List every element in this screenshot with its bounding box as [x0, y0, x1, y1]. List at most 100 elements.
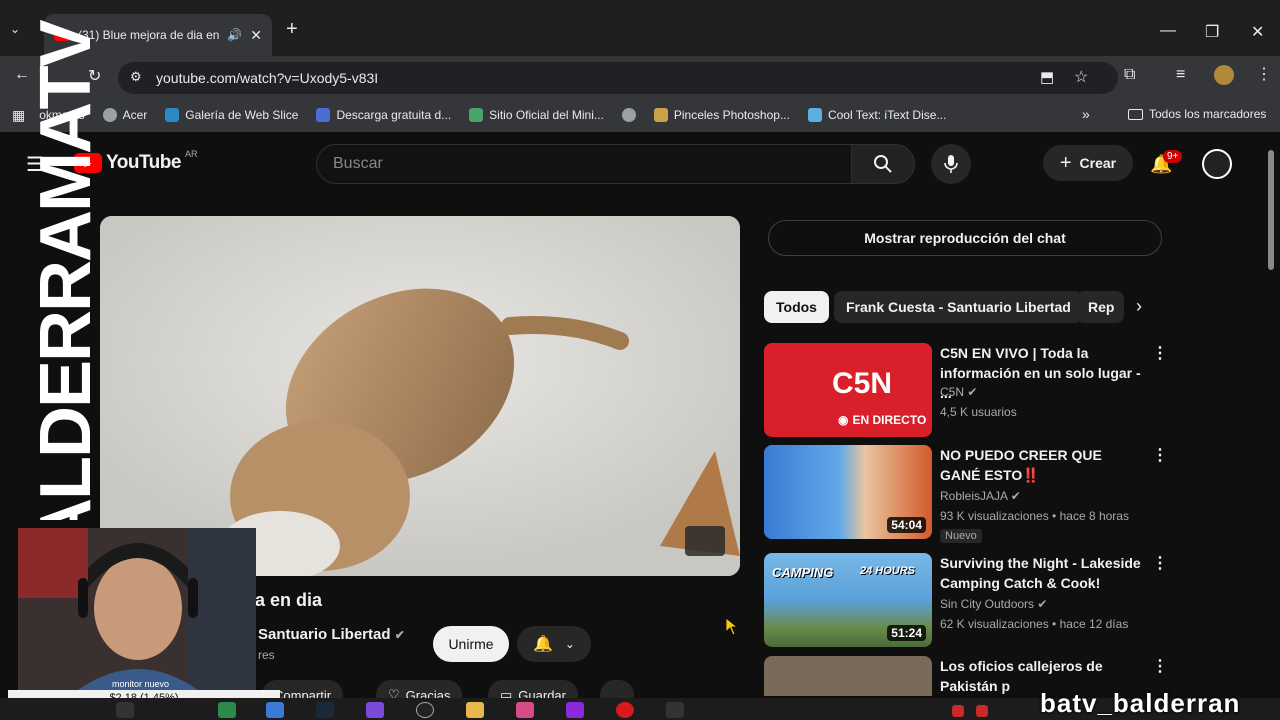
- notification-badge: 9+: [1163, 150, 1183, 163]
- bookmark-item[interactable]: [621, 108, 636, 122]
- chevron-right-icon[interactable]: ›: [1136, 296, 1142, 317]
- verified-icon: ✔: [394, 628, 405, 642]
- chip-rep[interactable]: Rep: [1076, 291, 1124, 323]
- video-thumbnail[interactable]: [764, 656, 932, 696]
- epic-games-icon[interactable]: [116, 702, 134, 718]
- taskbar-app-icon[interactable]: [266, 702, 284, 718]
- file-explorer-icon[interactable]: [466, 702, 484, 718]
- browser-menu-icon[interactable]: ⋮: [1256, 64, 1272, 84]
- recommendation-item[interactable]: 54:04 NO PUEDO CREER QUE GANÉ ESTO‼️ Rob…: [764, 445, 1168, 543]
- more-options-icon[interactable]: ⋮: [1152, 343, 1168, 363]
- verified-icon: ✔: [967, 385, 978, 399]
- recommendation-channel[interactable]: RobleisJAJA ✔: [940, 489, 1021, 503]
- chevron-down-icon: ⌄: [564, 637, 575, 651]
- video-player[interactable]: [100, 216, 740, 576]
- web-slice-icon: [165, 108, 180, 122]
- recommendation-item[interactable]: CAMPING 24 HOURS 51:24 Surviving the Nig…: [764, 553, 1168, 649]
- voice-search-button[interactable]: [931, 144, 971, 184]
- bookmark-item[interactable]: Galería de Web Slice: [165, 108, 298, 122]
- profile-avatar[interactable]: [1214, 65, 1234, 85]
- search-button[interactable]: [851, 144, 915, 184]
- subscription-bell-button[interactable]: 🔔 ⌄: [517, 626, 591, 662]
- page-scrollbar[interactable]: [1268, 150, 1274, 270]
- copilot-icon[interactable]: [366, 702, 384, 718]
- recommendation-title[interactable]: NO PUEDO CREER QUE GANÉ ESTO‼️: [940, 445, 1146, 485]
- install-app-icon[interactable]: ⬒: [1040, 68, 1054, 86]
- plus-icon: +: [1059, 151, 1072, 174]
- search-icon: [874, 155, 892, 173]
- thumb-hours-text: 24 HOURS: [860, 565, 916, 577]
- tray-icon[interactable]: [976, 705, 988, 717]
- tab-title: (31) Blue mejora de dia en c: [78, 28, 220, 42]
- recommendation-channel[interactable]: C5N ✔: [940, 385, 977, 399]
- opera-icon[interactable]: [616, 702, 634, 718]
- channel-name[interactable]: Santuario Libertad ✔: [258, 626, 405, 643]
- video-thumbnail[interactable]: CAMPING 24 HOURS 51:24: [764, 553, 932, 647]
- chip-channel[interactable]: Frank Cuesta - Santuario Libertad: [834, 291, 1083, 323]
- live-icon: ◉: [838, 413, 849, 427]
- live-badge: ◉ EN DIRECTO: [838, 413, 927, 427]
- obs-icon[interactable]: [416, 702, 434, 718]
- steam-icon[interactable]: [316, 702, 334, 718]
- microphone-icon: [944, 155, 958, 173]
- search-input[interactable]: Buscar: [316, 144, 852, 184]
- thumb-logo-text: C5N: [832, 367, 893, 400]
- site-info-icon[interactable]: ⚙: [130, 69, 142, 85]
- video-duration: 51:24: [887, 625, 926, 641]
- globe-icon: [621, 108, 636, 122]
- tray-icon[interactable]: [952, 705, 964, 717]
- recommendation-title[interactable]: Surviving the Night - Lakeside Camping C…: [940, 553, 1146, 593]
- new-tab-button[interactable]: +: [286, 18, 298, 41]
- recommendation-meta: 93 K visualizaciones • hace 8 horas: [940, 509, 1129, 523]
- video-title: a en dia: [255, 590, 323, 610]
- webcam-overlay: [18, 528, 256, 690]
- epic-games-icon[interactable]: [666, 702, 684, 718]
- taskbar-app-icon[interactable]: [218, 702, 236, 718]
- bell-icon: 🔔: [533, 636, 553, 653]
- close-window-icon[interactable]: ✕: [1251, 22, 1264, 42]
- join-button[interactable]: Unirme: [433, 626, 509, 662]
- audio-playing-icon[interactable]: 🔊: [227, 28, 242, 42]
- vertical-banner-text: BALDERRAMATV: [28, 19, 98, 520]
- tab-close-icon[interactable]: ✕: [250, 27, 262, 44]
- more-options-icon[interactable]: ⋮: [1152, 656, 1164, 676]
- webcam-label: monitor nuevo: [112, 679, 170, 689]
- all-bookmarks[interactable]: Todos los marcadores: [1128, 107, 1266, 121]
- recommendation-meta: 62 K visualizaciones • hace 12 días: [940, 617, 1129, 631]
- url-bar[interactable]: ⚙ youtube.com/watch?v=Uxody5-v83I ⬒ ☆: [118, 62, 1118, 94]
- video-thumbnail[interactable]: C5N ◉ EN DIRECTO: [764, 343, 932, 437]
- taskbar-app-icon[interactable]: [566, 702, 584, 718]
- minimize-icon[interactable]: —: [1160, 22, 1176, 40]
- bookmark-item[interactable]: Descarga gratuita d...: [316, 108, 451, 122]
- apps-grid-icon[interactable]: ▦: [12, 107, 25, 124]
- tab-search-icon[interactable]: ⌄: [10, 22, 20, 36]
- streamer-name-overlay: batv_balderran: [1040, 688, 1241, 718]
- bookmark-item[interactable]: Acer: [102, 108, 147, 122]
- create-button[interactable]: + Crear: [1043, 145, 1133, 181]
- show-chat-replay-button[interactable]: Mostrar reproducción del chat: [768, 220, 1162, 256]
- verified-icon: ✔: [1037, 597, 1048, 611]
- account-avatar[interactable]: [1202, 149, 1232, 179]
- streamer-webcam-image: [18, 528, 256, 690]
- subscriber-count: res: [258, 648, 275, 662]
- restore-icon[interactable]: ❐: [1205, 22, 1219, 42]
- bookmark-item[interactable]: Sitio Oficial del Mini...: [469, 108, 604, 122]
- bookmark-item[interactable]: Pinceles Photoshop...: [653, 108, 790, 122]
- bookmark-star-icon[interactable]: ☆: [1074, 67, 1088, 87]
- download-icon: [316, 108, 331, 122]
- media-control-icon[interactable]: ≡: [1176, 66, 1185, 84]
- more-options-icon[interactable]: ⋮: [1152, 445, 1168, 465]
- folder-icon: [1128, 108, 1143, 120]
- taskbar-app-icon[interactable]: [516, 702, 534, 718]
- video-thumbnail[interactable]: 54:04: [764, 445, 932, 539]
- globe-icon: [102, 108, 117, 122]
- bookmarks-overflow-icon[interactable]: »: [1082, 106, 1090, 122]
- bookmark-item[interactable]: Cool Text: iText Dise...: [807, 108, 946, 122]
- mouse-cursor-icon: [726, 618, 738, 636]
- more-options-icon[interactable]: ⋮: [1152, 553, 1168, 573]
- chip-all[interactable]: Todos: [764, 291, 829, 323]
- extensions-icon[interactable]: ⧉: [1124, 66, 1135, 84]
- recommendation-meta: 4,5 K usuarios: [940, 405, 1017, 419]
- recommendation-channel[interactable]: Sin City Outdoors ✔: [940, 597, 1047, 611]
- recommendation-item[interactable]: C5N ◉ EN DIRECTO C5N EN VIVO | Toda la in…: [764, 343, 1168, 439]
